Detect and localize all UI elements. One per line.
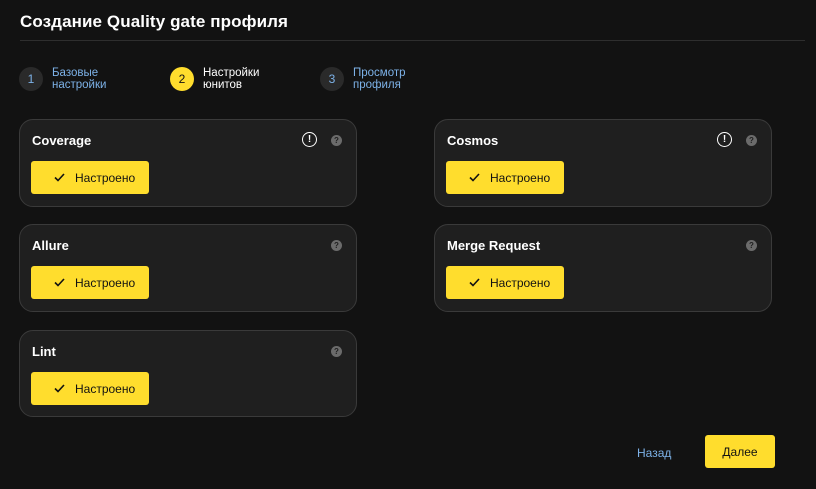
check-icon xyxy=(469,277,480,288)
check-icon xyxy=(54,172,65,183)
unit-title: Lint xyxy=(32,344,56,359)
unit-card-lint: Lint ? Настроено xyxy=(19,330,357,417)
unit-card-merge-request: Merge Request ? Настроено xyxy=(434,224,772,312)
configured-label: Настроено xyxy=(75,381,136,396)
step-label: Базовые настройки xyxy=(52,67,107,91)
check-icon xyxy=(54,277,65,288)
question-circle-icon[interactable]: ? xyxy=(331,240,342,251)
back-button[interactable]: Назад xyxy=(637,446,671,460)
quality-gate-page: Создание Quality gate профиля 1 Базовые … xyxy=(0,0,816,489)
configured-button[interactable]: Настроено xyxy=(31,161,149,194)
unit-card-coverage: Coverage ! ? Настроено xyxy=(19,119,357,207)
configured-label: Настроено xyxy=(490,170,551,185)
header-divider xyxy=(20,40,805,41)
check-icon xyxy=(54,383,65,394)
question-circle-icon[interactable]: ? xyxy=(331,135,342,146)
check-icon xyxy=(469,172,480,183)
step-number: 1 xyxy=(19,67,43,91)
step-unit-settings[interactable]: 2 Настройки юнитов xyxy=(170,67,283,91)
page-title: Создание Quality gate профиля xyxy=(20,12,289,31)
configured-label: Настроено xyxy=(75,170,136,185)
step-number: 3 xyxy=(320,67,344,91)
step-profile-review[interactable]: 3 Просмотр профиля xyxy=(320,67,433,91)
unit-title: Merge Request xyxy=(447,238,541,253)
unit-card-cosmos: Cosmos ! ? Настроено xyxy=(434,119,772,207)
step-label: Просмотр профиля xyxy=(353,67,406,91)
question-circle-icon[interactable]: ? xyxy=(746,240,757,251)
next-button[interactable]: Далее xyxy=(705,435,775,468)
stepper: 1 Базовые настройки 2 Настройки юнитов 3… xyxy=(19,67,439,95)
configured-label: Настроено xyxy=(75,275,136,290)
step-basic-settings[interactable]: 1 Базовые настройки xyxy=(19,67,132,91)
step-label: Настройки юнитов xyxy=(203,67,260,91)
exclamation-circle-icon[interactable]: ! xyxy=(302,132,317,147)
question-circle-icon[interactable]: ? xyxy=(746,135,757,146)
configured-button[interactable]: Настроено xyxy=(31,372,149,405)
unit-title: Allure xyxy=(32,238,69,253)
configured-label: Настроено xyxy=(490,275,551,290)
step-number: 2 xyxy=(170,67,194,91)
question-circle-icon[interactable]: ? xyxy=(331,346,342,357)
unit-title: Cosmos xyxy=(447,133,499,148)
configured-button[interactable]: Настроено xyxy=(446,161,564,194)
configured-button[interactable]: Настроено xyxy=(31,266,149,299)
unit-title: Coverage xyxy=(32,133,92,148)
unit-card-allure: Allure ? Настроено xyxy=(19,224,357,312)
configured-button[interactable]: Настроено xyxy=(446,266,564,299)
exclamation-circle-icon[interactable]: ! xyxy=(717,132,732,147)
